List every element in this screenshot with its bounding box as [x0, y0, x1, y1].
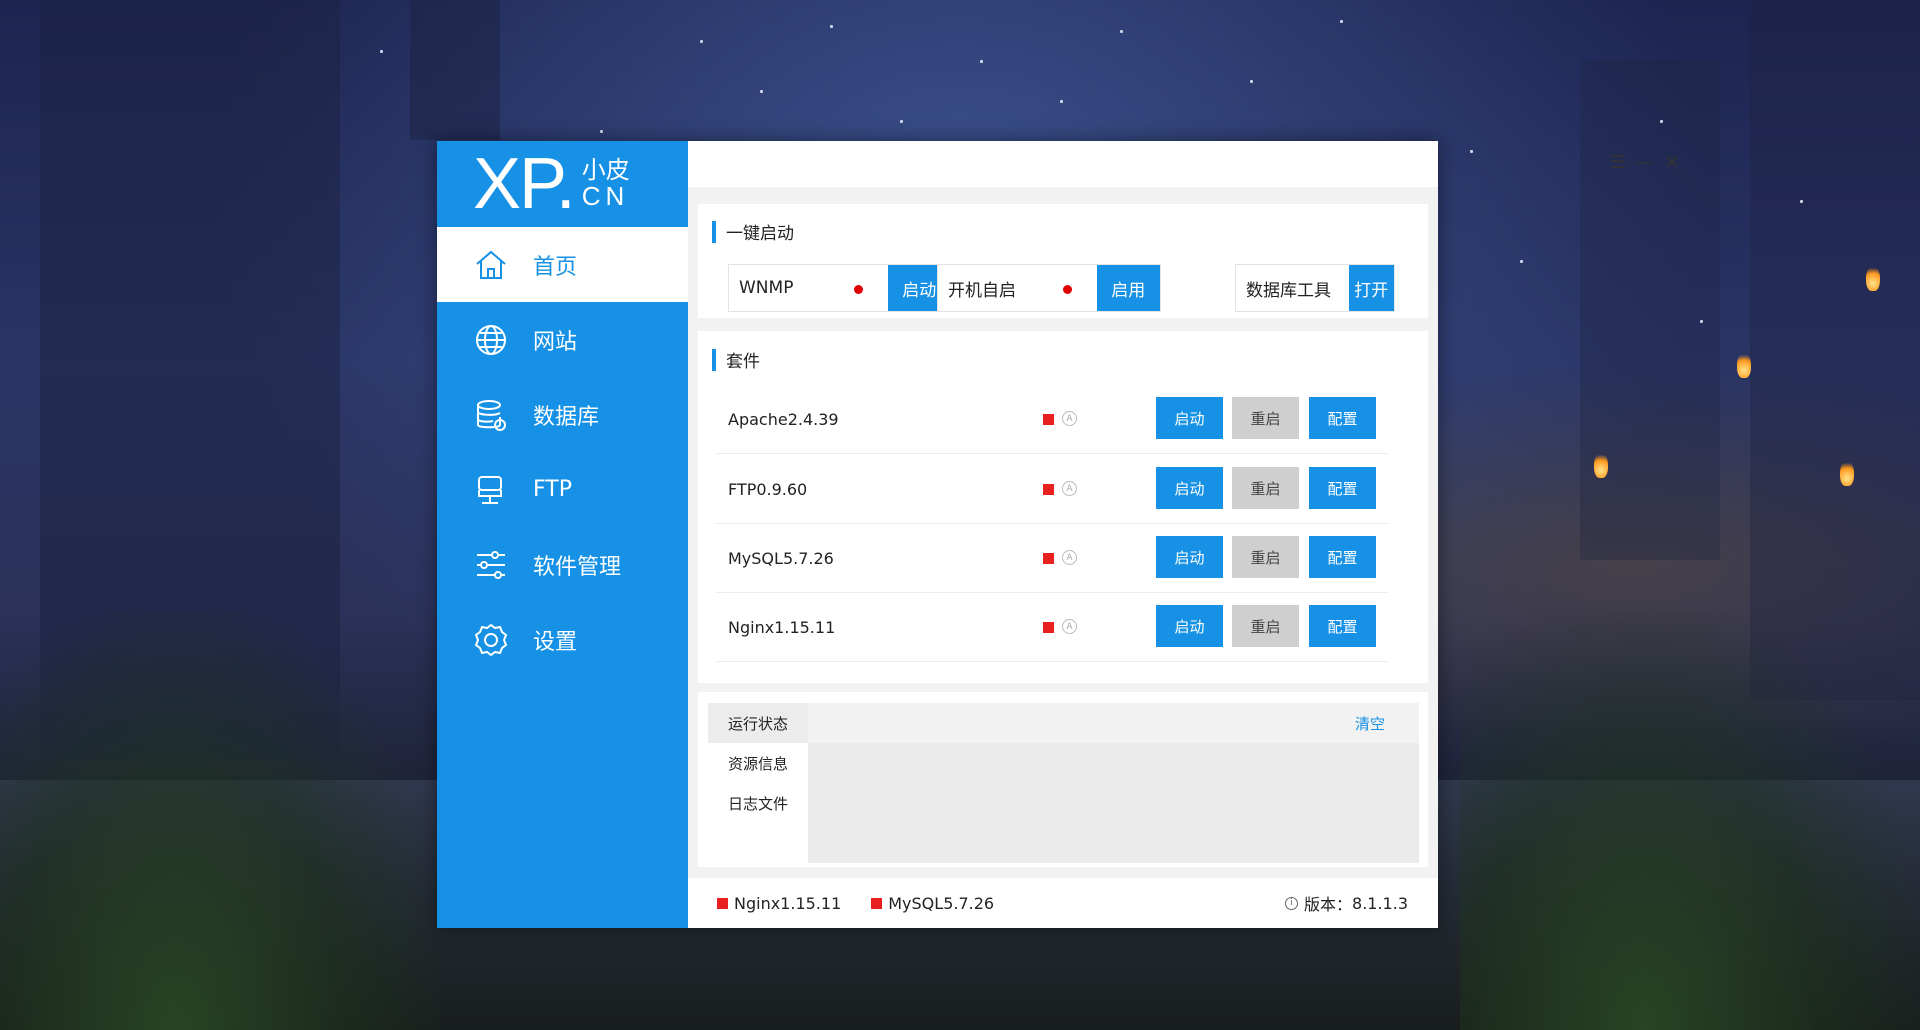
- app-window: XP. 小皮 CN 首页 网站 数据库 FTP 软件管理 设置 ☰ — ✕ 一键…: [437, 141, 1680, 928]
- logo-side: 小皮 CN: [581, 155, 630, 211]
- start-button[interactable]: 启动: [1156, 397, 1223, 439]
- service-name: Apache2.4.39: [728, 409, 839, 429]
- sidebar-item-label: 设置: [533, 629, 578, 655]
- title-bar: ☰ — ✕: [688, 141, 1680, 187]
- log-tabs: 运行状态 资源信息 日志文件: [708, 703, 808, 863]
- service-name: FTP0.9.60: [728, 479, 808, 499]
- home-icon: [476, 250, 506, 279]
- app-logo: XP. 小皮 CN: [437, 141, 688, 227]
- info-icon: i: [1285, 896, 1298, 910]
- service-name: Nginx1.15.11: [728, 617, 836, 637]
- wnmp-status-dot: [854, 285, 863, 294]
- status-stopped-indicator: [1043, 484, 1054, 495]
- close-icon[interactable]: ✕: [1661, 151, 1683, 173]
- status-stopped-indicator: [1043, 622, 1054, 633]
- autostart-group: 开机自启 启用: [937, 264, 1161, 312]
- sidebar-item-label: 数据库: [533, 404, 600, 430]
- logo-main-text: XP.: [473, 144, 576, 224]
- start-button[interactable]: 启动: [1156, 467, 1223, 509]
- table-row: MySQL5.7.26 A 启动 重启 配置: [716, 524, 1388, 593]
- sidebar-item-software[interactable]: 软件管理: [437, 527, 688, 602]
- sidebar-item-home[interactable]: 首页: [437, 227, 688, 302]
- main-content: ☰ — ✕ 一键启动 WNMP 启动 开机自启 启用 数据库工具 打开 套件 A…: [688, 141, 1680, 928]
- sidebar-item-label: 网站: [533, 329, 578, 355]
- suite-panel: 套件 Apache2.4.39 A 启动 重启 配置 FTP0.9.60 A 启…: [698, 331, 1428, 683]
- db-tool-group: 数据库工具 打开: [1235, 264, 1395, 312]
- restart-button[interactable]: 重启: [1232, 605, 1299, 647]
- logo-cn-text: 小皮: [581, 155, 630, 184]
- globe-icon: [476, 324, 506, 355]
- sliders-icon: [477, 550, 505, 579]
- auto-start-icon[interactable]: A: [1062, 550, 1077, 565]
- config-button[interactable]: 配置: [1309, 397, 1376, 439]
- autostart-enable-button[interactable]: 启用: [1096, 265, 1160, 311]
- autostart-label: 开机自启: [938, 265, 1097, 311]
- version-info: i 版本： 8.1.1.3: [1285, 891, 1408, 915]
- db-tool-label-text: 数据库工具: [1246, 280, 1331, 301]
- table-row: FTP0.9.60 A 启动 重启 配置: [716, 455, 1388, 524]
- autostart-label-text: 开机自启: [948, 280, 1016, 301]
- status-stopped-indicator: [1043, 414, 1054, 425]
- start-button[interactable]: 启动: [1156, 605, 1223, 647]
- autostart-status-dot: [1063, 285, 1072, 294]
- auto-start-icon[interactable]: A: [1062, 481, 1077, 496]
- config-button[interactable]: 配置: [1309, 605, 1376, 647]
- log-output[interactable]: [808, 743, 1419, 863]
- restart-button[interactable]: 重启: [1232, 397, 1299, 439]
- config-button[interactable]: 配置: [1309, 467, 1376, 509]
- restart-button[interactable]: 重启: [1232, 467, 1299, 509]
- sidebar-item-ftp[interactable]: FTP: [437, 452, 688, 527]
- status-stopped-indicator: [871, 897, 883, 909]
- config-button[interactable]: 配置: [1309, 536, 1376, 578]
- db-tool-label: 数据库工具: [1236, 265, 1349, 311]
- auto-start-icon[interactable]: A: [1062, 411, 1077, 426]
- server-icon: [478, 475, 502, 504]
- footer-service-mysql: MySQL5.7.26: [871, 894, 994, 913]
- sidebar: XP. 小皮 CN 首页 网站 数据库 FTP 软件管理 设置: [437, 141, 688, 928]
- suite-title: 套件: [712, 347, 760, 372]
- footer-service-nginx: Nginx1.15.11: [717, 894, 841, 913]
- table-row: Nginx1.15.11 A 启动 重启 配置: [716, 593, 1388, 662]
- auto-start-icon[interactable]: A: [1062, 619, 1077, 634]
- sidebar-item-label: 首页: [533, 254, 578, 280]
- db-tool-open-button[interactable]: 打开: [1348, 265, 1394, 311]
- tab-resource-info[interactable]: 资源信息: [708, 743, 808, 783]
- tab-run-status[interactable]: 运行状态: [708, 703, 808, 743]
- log-area: 运行状态 资源信息 日志文件 清空: [708, 703, 1419, 863]
- sidebar-item-websites[interactable]: 网站: [437, 302, 688, 377]
- status-stopped-indicator: [717, 897, 728, 909]
- footer-service-label: Nginx1.15.11: [734, 893, 842, 913]
- database-icon: [477, 399, 506, 431]
- minimize-icon[interactable]: —: [1633, 151, 1655, 173]
- start-button[interactable]: 启动: [1156, 536, 1223, 578]
- status-bar: Nginx1.15.11 MySQL5.7.26 i 版本： 8.1.1.3: [688, 878, 1438, 928]
- wnmp-group: WNMP 启动: [728, 264, 952, 312]
- sidebar-item-label: 软件管理: [533, 554, 622, 580]
- wnmp-label: WNMP: [729, 265, 888, 311]
- status-stopped-indicator: [1043, 553, 1054, 564]
- tab-log-files[interactable]: 日志文件: [708, 783, 808, 823]
- service-name: MySQL5.7.26: [728, 548, 834, 568]
- table-row: Apache2.4.39 A 启动 重启 配置: [716, 385, 1388, 454]
- menu-icon[interactable]: ☰: [1607, 151, 1629, 173]
- logo-domain-text: CN: [581, 180, 630, 211]
- sidebar-item-label: FTP: [533, 477, 572, 502]
- version-label: 版本：: [1304, 895, 1353, 914]
- sidebar-item-settings[interactable]: 设置: [437, 602, 688, 677]
- sidebar-item-database[interactable]: 数据库: [437, 377, 688, 452]
- footer-service-label: MySQL5.7.26: [888, 893, 995, 913]
- wnmp-label-text: WNMP: [739, 278, 794, 298]
- restart-button[interactable]: 重启: [1232, 536, 1299, 578]
- clear-log-link[interactable]: 清空: [1355, 713, 1385, 734]
- version-number: 8.1.1.3: [1352, 893, 1408, 913]
- quick-start-title: 一键启动: [712, 219, 794, 244]
- gear-icon: [474, 623, 508, 656]
- quick-start-panel: 一键启动 WNMP 启动 开机自启 启用 数据库工具 打开: [698, 204, 1428, 318]
